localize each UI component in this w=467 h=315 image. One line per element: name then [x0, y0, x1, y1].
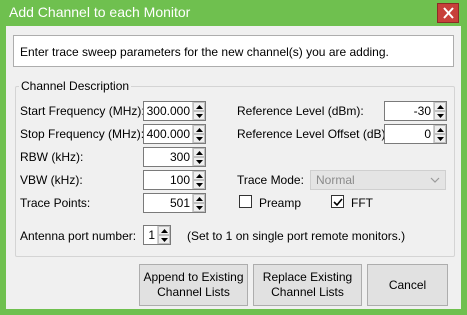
title-bar[interactable]: Add Channel to each Monitor — [0, 0, 467, 26]
info-panel: Enter trace sweep parameters for the new… — [13, 35, 454, 67]
spin-up-button[interactable] — [193, 102, 205, 111]
rbw-value: 300 — [169, 150, 190, 164]
replace-button[interactable]: Replace Existing Channel Lists — [253, 264, 362, 306]
spin-up-button[interactable] — [158, 226, 170, 235]
up-arrow-icon — [437, 128, 444, 132]
up-arrow-icon — [161, 229, 168, 233]
trace-mode-label: Trace Mode: — [237, 173, 304, 187]
dialog-body: Enter trace sweep parameters for the new… — [6, 26, 461, 309]
replace-button-label: Replace Existing Channel Lists — [262, 270, 353, 299]
spin-up-button[interactable] — [193, 148, 205, 157]
spin-buttons — [192, 171, 205, 189]
append-button[interactable]: Append to Existing Channel Lists — [139, 264, 248, 306]
trace-mode-value: Normal — [316, 173, 355, 187]
spin-buttons — [192, 148, 205, 166]
vbw-input[interactable]: 100 — [143, 170, 206, 190]
down-arrow-icon — [161, 238, 168, 242]
vbw-label: VBW (kHz): — [20, 173, 83, 187]
spin-buttons — [433, 125, 446, 143]
spin-down-button[interactable] — [158, 235, 170, 244]
preamp-label: Preamp — [259, 196, 302, 210]
down-arrow-icon — [437, 137, 444, 141]
fft-checkbox[interactable] — [331, 195, 344, 208]
antenna-port-label: Antenna port number: — [20, 229, 137, 243]
fft-label: FFT — [351, 196, 373, 210]
group-label: Channel Description — [19, 79, 132, 93]
chevron-down-icon — [430, 177, 440, 183]
reference-level-input[interactable]: -30 — [384, 101, 447, 121]
up-arrow-icon — [196, 128, 203, 132]
checkmark-icon — [333, 198, 343, 207]
spin-up-button[interactable] — [193, 194, 205, 203]
spin-up-button[interactable] — [193, 171, 205, 180]
spin-buttons — [192, 194, 205, 212]
up-arrow-icon — [196, 174, 203, 178]
preamp-checkbox[interactable] — [239, 195, 252, 208]
reference-level-label: Reference Level (dBm): — [237, 104, 364, 118]
close-icon — [443, 7, 454, 19]
dialog-window: Add Channel to each Monitor Enter trace … — [0, 0, 467, 315]
info-text: Enter trace sweep parameters for the new… — [20, 45, 389, 59]
antenna-port-value: 1 — [148, 228, 155, 242]
spin-up-button[interactable] — [434, 125, 446, 134]
stop-frequency-value: 400.000 — [146, 127, 190, 141]
append-button-label: Append to Existing Channel Lists — [143, 270, 244, 299]
spin-down-button[interactable] — [193, 203, 205, 212]
close-button[interactable] — [437, 3, 459, 23]
spin-buttons — [192, 102, 205, 120]
reference-offset-label: Reference Level Offset (dB): — [237, 127, 389, 141]
spin-down-button[interactable] — [193, 111, 205, 120]
vbw-value: 100 — [169, 173, 190, 187]
start-frequency-value: 300.000 — [146, 104, 190, 118]
spin-down-button[interactable] — [193, 134, 205, 143]
reference-level-value: -30 — [413, 104, 431, 118]
cancel-button[interactable]: Cancel — [367, 264, 448, 306]
reference-offset-input[interactable]: 0 — [384, 124, 447, 144]
spin-buttons — [157, 226, 170, 244]
spin-buttons — [192, 125, 205, 143]
start-frequency-label: Start Frequency (MHz): — [20, 104, 145, 118]
trace-mode-select[interactable]: Normal — [310, 170, 446, 190]
down-arrow-icon — [196, 137, 203, 141]
trace-points-label: Trace Points: — [20, 196, 91, 210]
spin-up-button[interactable] — [193, 125, 205, 134]
rbw-input[interactable]: 300 — [143, 147, 206, 167]
stop-frequency-label: Stop Frequency (MHz): — [20, 127, 145, 141]
window-title: Add Channel to each Monitor — [9, 4, 191, 20]
start-frequency-input[interactable]: 300.000 — [143, 101, 206, 121]
up-arrow-icon — [196, 151, 203, 155]
spin-down-button[interactable] — [434, 134, 446, 143]
stop-frequency-input[interactable]: 400.000 — [143, 124, 206, 144]
up-arrow-icon — [196, 197, 203, 201]
spin-up-button[interactable] — [434, 102, 446, 111]
down-arrow-icon — [196, 206, 203, 210]
trace-points-value: 501 — [169, 196, 190, 210]
down-arrow-icon — [196, 183, 203, 187]
rbw-label: RBW (kHz): — [20, 150, 84, 164]
up-arrow-icon — [437, 105, 444, 109]
spin-buttons — [433, 102, 446, 120]
down-arrow-icon — [196, 114, 203, 118]
trace-points-input[interactable]: 501 — [143, 193, 206, 213]
up-arrow-icon — [196, 105, 203, 109]
cancel-button-label: Cancel — [388, 277, 427, 292]
down-arrow-icon — [437, 114, 444, 118]
spin-down-button[interactable] — [193, 157, 205, 166]
antenna-port-note: (Set to 1 on single port remote monitors… — [187, 229, 406, 243]
down-arrow-icon — [196, 160, 203, 164]
spin-down-button[interactable] — [193, 180, 205, 189]
antenna-port-input[interactable]: 1 — [143, 225, 171, 245]
reference-offset-value: 0 — [424, 127, 431, 141]
spin-down-button[interactable] — [434, 111, 446, 120]
